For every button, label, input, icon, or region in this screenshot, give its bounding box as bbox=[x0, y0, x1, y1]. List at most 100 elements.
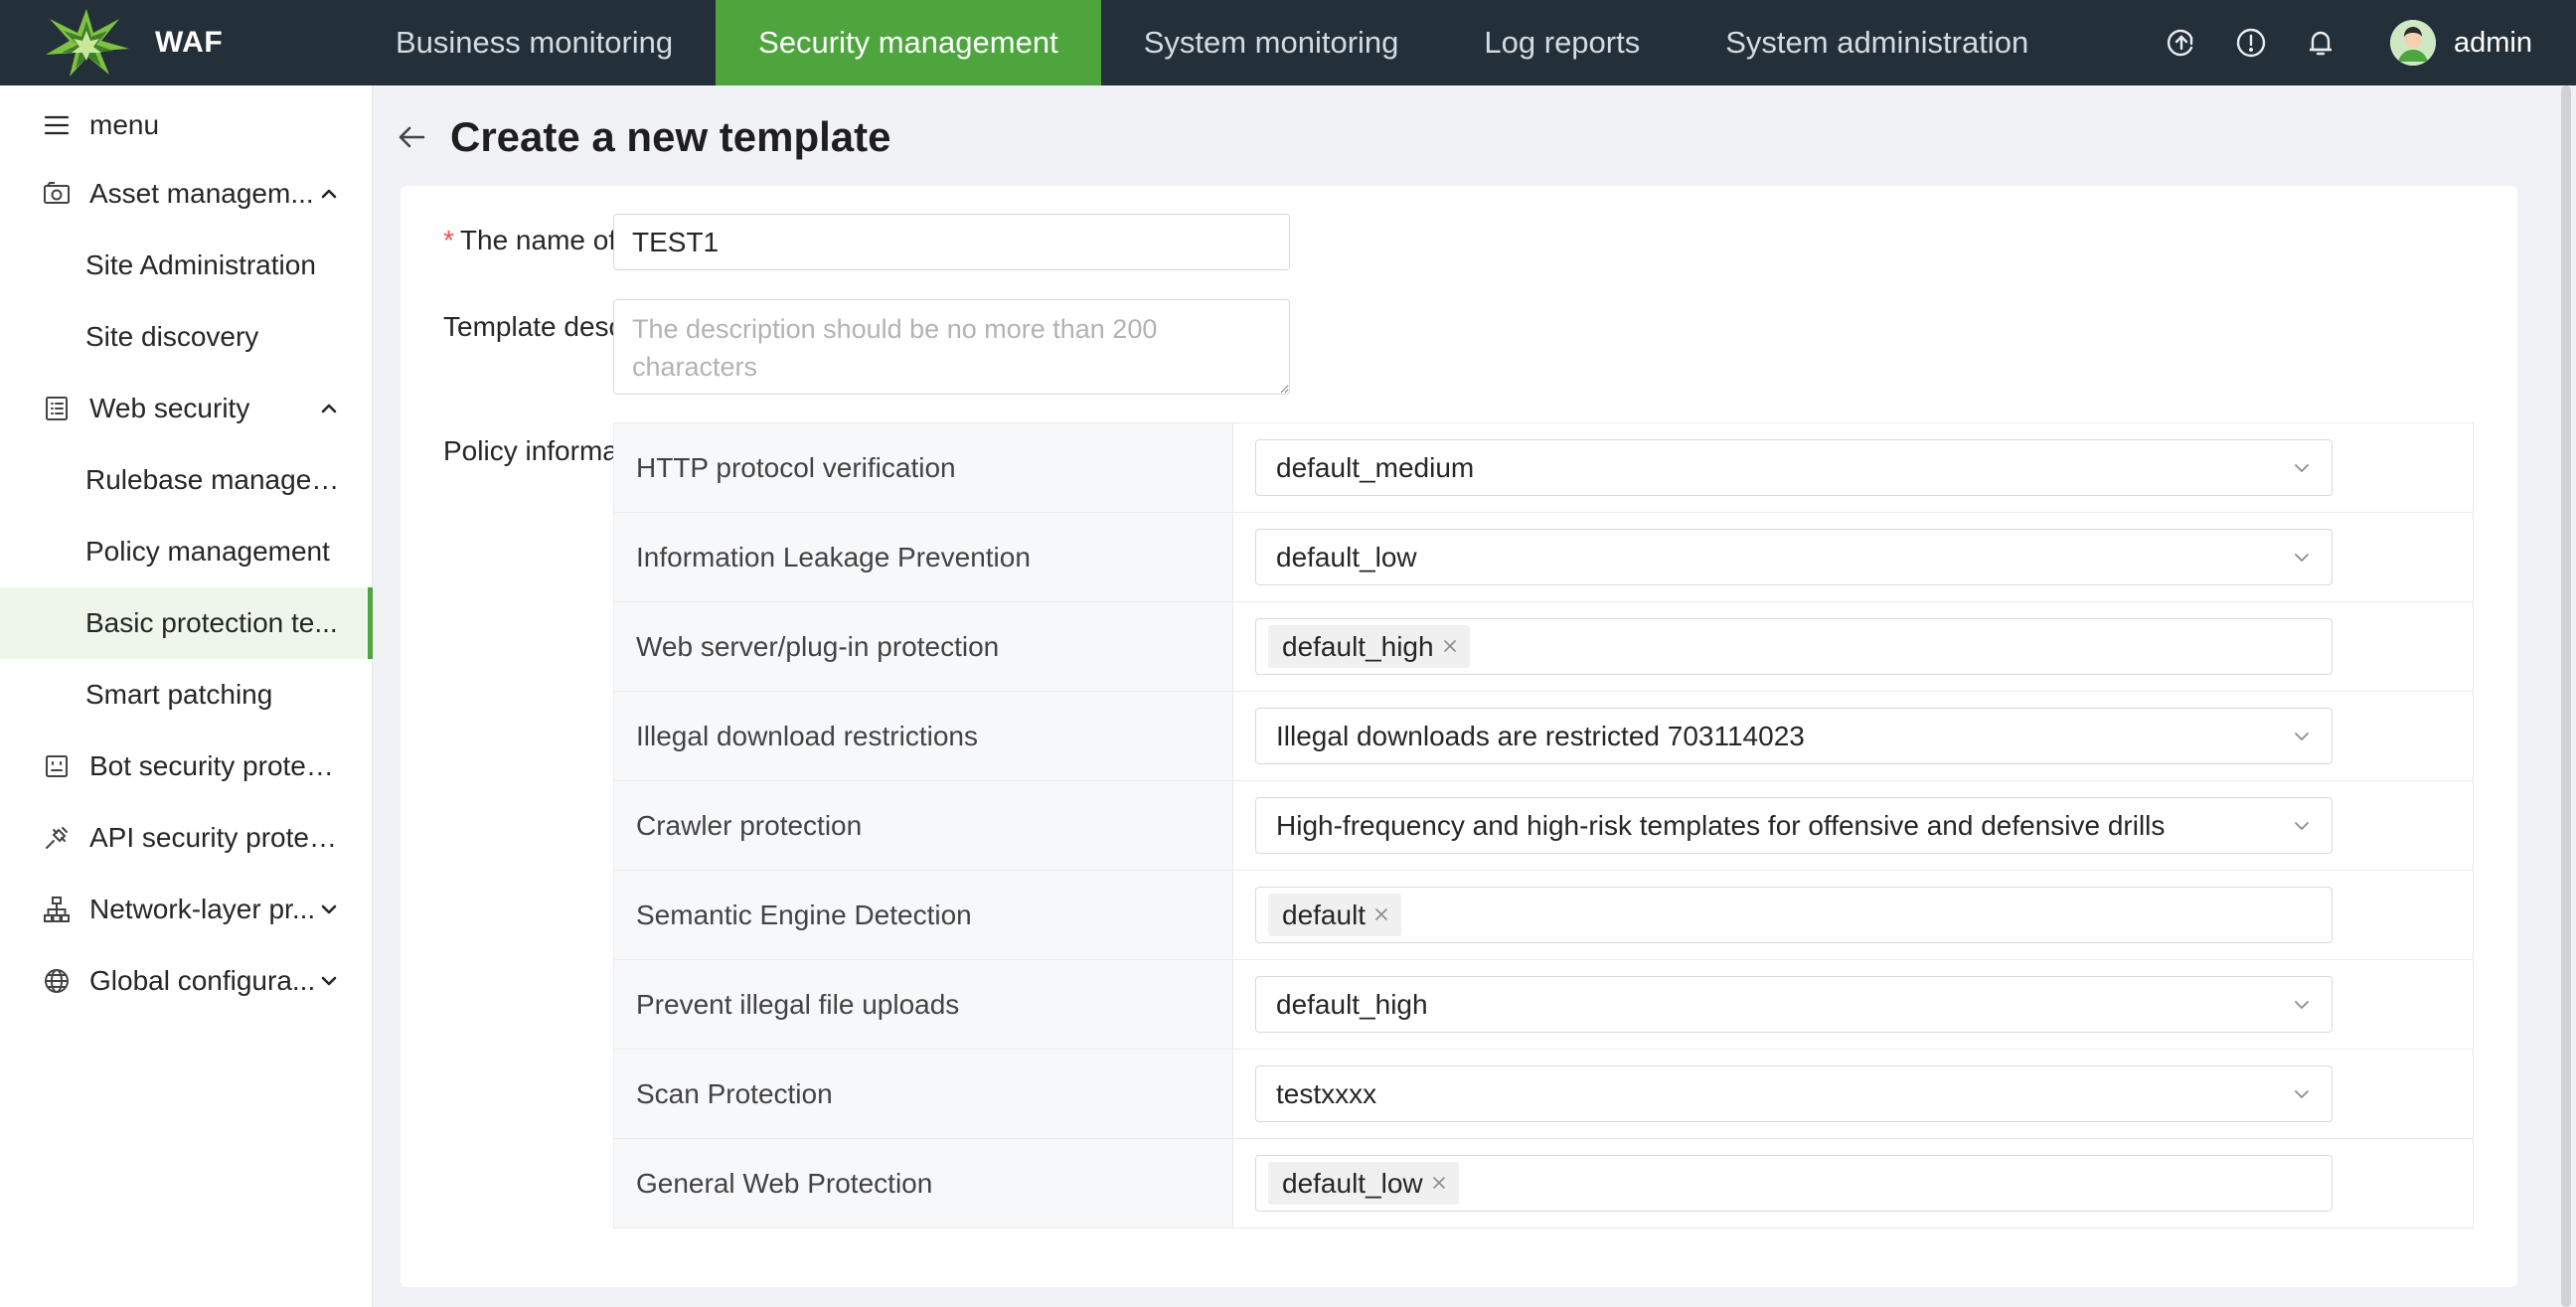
template-description-input[interactable] bbox=[613, 299, 1290, 395]
sidebar-item-site-administration[interactable]: Site Administration bbox=[0, 230, 373, 301]
sidebar-item-label: Basic protection te... bbox=[85, 607, 338, 638]
chevron-down-icon bbox=[321, 904, 337, 914]
sidebar-item-label: Policy management bbox=[85, 536, 330, 567]
policy-row-semantic-engine: Semantic Engine Detection default bbox=[614, 871, 2474, 960]
app-name: WAF bbox=[155, 26, 224, 59]
selected-value: default_medium bbox=[1276, 451, 1475, 483]
info-icon[interactable] bbox=[2231, 23, 2271, 63]
policy-row-http-protocol: HTTP protocol verification default_mediu… bbox=[614, 423, 2474, 513]
close-icon[interactable] bbox=[1373, 906, 1391, 924]
policy-multiselect-general-web-protection[interactable]: default_low bbox=[1255, 1155, 2333, 1212]
policy-row-web-server-plugin: Web server/plug-in protection default_hi… bbox=[614, 602, 2474, 692]
policy-row-illegal-file-uploads: Prevent illegal file uploads default_hig… bbox=[614, 960, 2474, 1050]
chevron-down-icon bbox=[2295, 1090, 2309, 1098]
globe-icon bbox=[40, 964, 74, 998]
policy-multiselect-semantic-engine[interactable]: default bbox=[1255, 887, 2333, 943]
policy-row-information-leakage: Information Leakage Prevention default_l… bbox=[614, 513, 2474, 602]
sidebar-item-label: Rulebase managem... bbox=[85, 464, 342, 495]
required-asterisk: * bbox=[443, 225, 454, 255]
chevron-down-icon bbox=[2295, 733, 2309, 740]
chevron-down-icon bbox=[2295, 464, 2309, 472]
policy-multiselect-web-server-plugin[interactable]: default_high bbox=[1255, 618, 2333, 675]
selected-tag: default_low bbox=[1268, 1162, 1459, 1205]
bell-icon[interactable] bbox=[2301, 23, 2340, 63]
sidebar-item-api-security[interactable]: API security protect... bbox=[0, 802, 373, 874]
nav-security-management[interactable]: Security management bbox=[716, 0, 1101, 85]
sidebar-item-web-security[interactable]: Web security bbox=[0, 373, 373, 444]
close-icon[interactable] bbox=[1431, 1175, 1449, 1193]
policy-table: HTTP protocol verification default_mediu… bbox=[613, 422, 2474, 1228]
policy-name: General Web Protection bbox=[614, 1139, 1233, 1227]
tag-label: default bbox=[1282, 899, 1367, 930]
back-arrow-icon[interactable] bbox=[393, 117, 432, 157]
sidebar-item-network-layer[interactable]: Network-layer pr... bbox=[0, 874, 373, 945]
sidebar-item-global-configuration[interactable]: Global configura... bbox=[0, 945, 373, 1017]
policy-select-crawler-protection[interactable]: High-frequency and high-risk templates f… bbox=[1255, 797, 2333, 854]
policy-information-label: Policy informa bbox=[443, 435, 613, 466]
username[interactable]: admin bbox=[2454, 27, 2532, 60]
policy-name: Illegal download restrictions bbox=[614, 692, 1233, 780]
sidebar-item-site-discovery[interactable]: Site discovery bbox=[0, 301, 373, 373]
selected-tag: default bbox=[1268, 894, 1402, 936]
camera-box-icon bbox=[40, 177, 74, 211]
sidebar-item-policy-management[interactable]: Policy management bbox=[0, 516, 373, 587]
policy-select-illegal-file-uploads[interactable]: default_high bbox=[1255, 976, 2333, 1033]
sidebar-item-asset-management[interactable]: Asset managem... bbox=[0, 158, 373, 230]
nav-system-monitoring[interactable]: System monitoring bbox=[1101, 0, 1442, 85]
chevron-down-icon bbox=[2295, 822, 2309, 830]
selected-value: default_high bbox=[1276, 988, 1428, 1020]
policy-name: Crawler protection bbox=[614, 781, 1233, 870]
chevron-down-icon bbox=[2295, 1001, 2309, 1009]
selected-value: default_low bbox=[1276, 541, 1417, 572]
sidebar-item-label: Web security bbox=[89, 393, 250, 423]
sidebar: menu Asset managem... Site Administratio… bbox=[0, 85, 373, 1307]
sidebar-item-label: API security protect... bbox=[89, 822, 344, 853]
policy-select-scan-protection[interactable]: testxxxx bbox=[1255, 1065, 2333, 1122]
chevron-up-icon bbox=[321, 404, 337, 413]
sidebar-menu-toggle[interactable]: menu bbox=[0, 89, 373, 161]
bot-icon bbox=[40, 749, 74, 783]
page-header: Create a new template bbox=[393, 105, 891, 169]
template-name-label: * The name of bbox=[443, 225, 613, 255]
policy-name: HTTP protocol verification bbox=[614, 423, 1233, 512]
policy-select-illegal-download[interactable]: Illegal downloads are restricted 7031140… bbox=[1255, 708, 2333, 764]
sidebar-item-rulebase-management[interactable]: Rulebase managem... bbox=[0, 444, 373, 516]
chevron-down-icon bbox=[2295, 554, 2309, 562]
sidebar-menu-label: menu bbox=[89, 109, 160, 140]
close-icon[interactable] bbox=[1442, 638, 1460, 656]
waf-logo-icon bbox=[46, 9, 129, 77]
nav-system-administration[interactable]: System administration bbox=[1683, 0, 2071, 85]
main-nav: Business monitoring Security management … bbox=[353, 0, 2071, 85]
sidebar-item-label: Global configura... bbox=[89, 965, 316, 996]
tag-label: default_low bbox=[1282, 1167, 1423, 1199]
nav-log-reports[interactable]: Log reports bbox=[1441, 0, 1683, 85]
sidebar-item-label: Asset managem... bbox=[89, 178, 314, 209]
sidebar-item-label: Smart patching bbox=[85, 679, 273, 710]
scrollbar-thumb[interactable] bbox=[2561, 85, 2571, 1307]
policy-name: Scan Protection bbox=[614, 1050, 1233, 1138]
upgrade-icon[interactable] bbox=[2162, 23, 2201, 63]
sidebar-item-label: Bot security protect... bbox=[89, 750, 344, 781]
policy-select-information-leakage[interactable]: default_low bbox=[1255, 529, 2333, 585]
page-scrollbar[interactable] bbox=[2556, 85, 2576, 1307]
policy-select-http-protocol[interactable]: default_medium bbox=[1255, 439, 2333, 496]
selected-value: Illegal downloads are restricted 7031140… bbox=[1276, 720, 1805, 751]
selected-value: testxxxx bbox=[1276, 1077, 1377, 1109]
policy-name: Prevent illegal file uploads bbox=[614, 960, 1233, 1049]
selected-tag: default_high bbox=[1268, 625, 1470, 668]
avatar[interactable] bbox=[2390, 20, 2436, 66]
policy-name: Web server/plug-in protection bbox=[614, 602, 1233, 691]
page-title: Create a new template bbox=[450, 113, 891, 160]
plug-icon bbox=[40, 821, 74, 855]
sidebar-item-smart-patching[interactable]: Smart patching bbox=[0, 659, 373, 731]
brand[interactable]: WAF bbox=[0, 0, 353, 85]
list-doc-icon bbox=[40, 392, 74, 425]
chevron-down-icon bbox=[321, 976, 337, 986]
sidebar-item-label: Site Administration bbox=[85, 249, 316, 280]
sidebar-item-basic-protection-templates[interactable]: Basic protection te... bbox=[0, 587, 373, 659]
top-navigation-bar: WAF Business monitoring Security managem… bbox=[0, 0, 2576, 85]
network-icon bbox=[40, 893, 74, 926]
template-name-input[interactable] bbox=[613, 214, 1290, 270]
nav-business-monitoring[interactable]: Business monitoring bbox=[353, 0, 716, 85]
sidebar-item-bot-security[interactable]: Bot security protect... bbox=[0, 731, 373, 802]
